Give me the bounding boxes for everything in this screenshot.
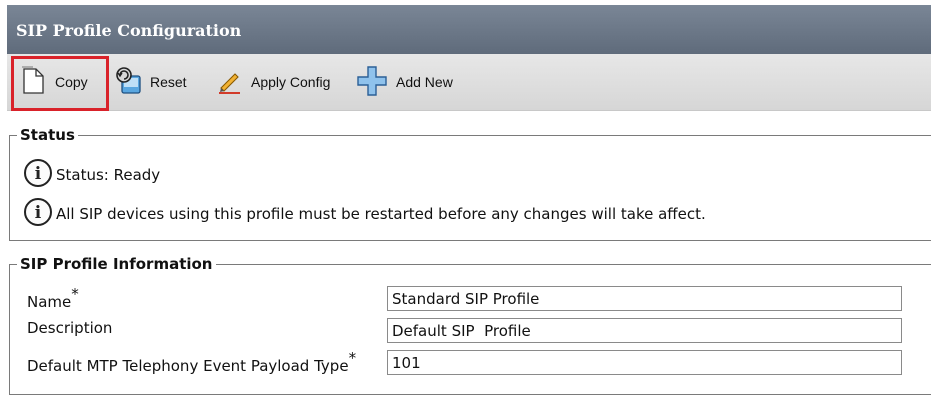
page-title: SIP Profile Configuration: [16, 21, 242, 40]
svg-text:i: i: [35, 203, 42, 223]
info-icon: i: [23, 158, 53, 192]
profile-info-legend: SIP Profile Information: [20, 255, 213, 273]
info-icon: i: [23, 197, 53, 231]
status-legend: Status: [20, 126, 75, 144]
copy-button[interactable]: Copy: [21, 54, 88, 110]
description-field[interactable]: [387, 318, 902, 343]
copy-icon: [21, 66, 47, 99]
copy-button-label: Copy: [55, 74, 88, 90]
apply-config-button-label: Apply Config: [251, 74, 331, 90]
add-new-button[interactable]: Add New: [356, 54, 453, 110]
required-marker: *: [71, 285, 79, 303]
apply-config-button[interactable]: Apply Config: [217, 54, 330, 110]
mtp-payload-type-label: Default MTP Telephony Event Payload Type…: [27, 349, 357, 375]
description-label: Description: [27, 319, 113, 337]
status-text: Status: Ready: [56, 166, 161, 184]
apply-config-icon: [217, 68, 243, 97]
name-label: Name*: [27, 285, 79, 311]
toolbar: Copy Reset Apply Config Add New: [7, 54, 931, 111]
add-new-icon: [356, 65, 388, 100]
name-field[interactable]: [387, 286, 902, 311]
reset-button-label: Reset: [150, 74, 187, 90]
reset-button[interactable]: Reset: [114, 54, 187, 110]
status-warning: i All SIP devices using this profile mus…: [23, 197, 706, 231]
warning-text: All SIP devices using this profile must …: [56, 205, 706, 223]
add-new-button-label: Add New: [396, 74, 453, 90]
title-bar: SIP Profile Configuration: [7, 5, 931, 54]
required-marker: *: [348, 349, 357, 367]
mtp-payload-type-field[interactable]: [387, 350, 902, 375]
svg-text:i: i: [35, 164, 42, 184]
status-message: i Status: Ready: [23, 158, 160, 192]
reset-icon: [114, 66, 144, 99]
sip-profile-page: SIP Profile Configuration Copy Reset App…: [7, 5, 931, 395]
